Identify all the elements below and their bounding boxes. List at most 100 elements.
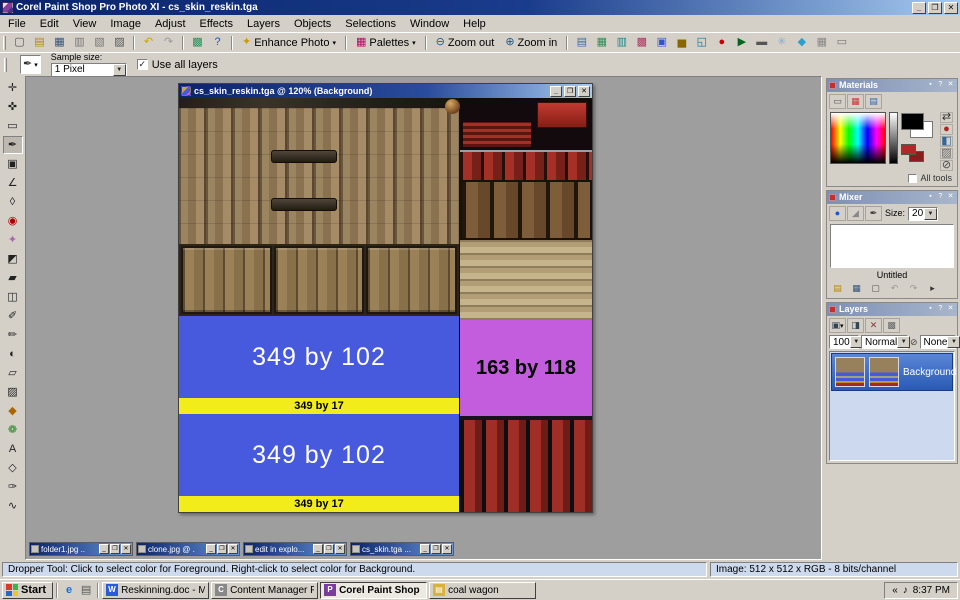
clone-tool[interactable]: ◩ (3, 250, 23, 268)
mixer-save-icon[interactable]: ▦ (848, 281, 865, 296)
color-picker[interactable] (830, 112, 886, 164)
menu-window[interactable]: Window (403, 16, 456, 32)
background-eraser-tool[interactable]: ▨ (3, 383, 23, 401)
task-coal-wagon[interactable]: ▤coal wagon (429, 582, 536, 599)
document-canvas[interactable]: 349 by 102 349 by 17 349 by 102 349 by 1… (179, 98, 592, 512)
layer-opacity-spinner[interactable]: 100 ▼ (829, 335, 859, 349)
help-icon[interactable]: ? (208, 34, 227, 51)
print-icon[interactable]: ▨ (110, 34, 129, 51)
rainbow-tab-icon[interactable]: ▦ (847, 94, 864, 109)
object-remover-tool[interactable]: ◫ (3, 288, 23, 306)
frame-tab-icon[interactable]: ▭ (829, 94, 846, 109)
menu-effects[interactable]: Effects (193, 16, 240, 32)
airbrush-tool[interactable]: ✏ (3, 326, 23, 344)
use-all-layers-checkbox[interactable]: ✓ Use all layers (137, 59, 218, 71)
presets-dropdown[interactable]: ✒ ▾ (20, 55, 41, 74)
crop-tool[interactable]: ▣ (3, 155, 23, 173)
picture-tube-tool[interactable]: ❁ (3, 421, 23, 439)
ruler-icon[interactable]: ◆ (792, 34, 811, 51)
enhance-photo-button[interactable]: ✦ Enhance Photo ▾ (237, 34, 341, 51)
internet-explorer-icon[interactable]: e (61, 582, 77, 598)
minimized-document[interactable]: folder1.jpg .._❐✕ (29, 542, 133, 556)
layers-toggle-icon[interactable]: ▣ (652, 34, 671, 51)
restore-button[interactable]: ❐ (928, 2, 942, 14)
warp-brush-tool[interactable]: ∿ (3, 497, 23, 515)
zoom-in-button[interactable]: ⊕ Zoom in (500, 34, 562, 51)
scratch-remover-tool[interactable]: ▰ (3, 269, 23, 287)
close-button[interactable]: ✕ (121, 544, 131, 554)
snap-to-guides-icon[interactable]: ✳ (772, 34, 791, 51)
palette-dock-icon[interactable]: ▪ (926, 81, 935, 90)
mixer-nav-icon[interactable]: ▸ (924, 281, 941, 296)
restore-button[interactable]: ❐ (324, 544, 334, 554)
open-file-icon[interactable]: ▤ (30, 34, 49, 51)
restore-button[interactable]: ❐ (110, 544, 120, 554)
makeover-tool[interactable]: ✦ (3, 231, 23, 249)
minimized-document[interactable]: cs_skin.tga ..._❐✕ (350, 542, 454, 556)
close-button[interactable]: ✕ (442, 544, 452, 554)
browse-icon[interactable]: ▥ (70, 34, 89, 51)
grid-icon[interactable]: ▦ (812, 34, 831, 51)
style-gradient-icon[interactable]: ◧ (940, 136, 953, 147)
minimized-document[interactable]: edit in explo..._❐✕ (243, 542, 347, 556)
style-color-icon[interactable]: ● (940, 124, 953, 135)
palette-help-icon[interactable]: ? (936, 305, 945, 314)
close-button[interactable]: ✕ (944, 2, 958, 14)
palette-help-icon[interactable]: ? (936, 81, 945, 90)
paint-brush-tool[interactable]: ✐ (3, 307, 23, 325)
toolbar-grip[interactable] (3, 36, 6, 50)
materials-toggle-icon[interactable]: ▩ (632, 34, 651, 51)
minimized-document[interactable]: clone.jpg @ ._❐✕ (136, 542, 240, 556)
palette-help-icon[interactable]: ? (936, 193, 945, 202)
foreground-material-swatch[interactable] (901, 144, 916, 155)
flood-fill-tool[interactable]: ◆ (3, 402, 23, 420)
menu-objects[interactable]: Objects (287, 16, 338, 32)
mixer-palette-titlebar[interactable]: Mixer ▪?✕ (827, 191, 957, 204)
palette-close-icon[interactable]: ✕ (946, 305, 955, 314)
histogram-toggle-icon[interactable]: ▅ (672, 34, 691, 51)
minimize-button[interactable]: _ (99, 544, 109, 554)
document-titlebar[interactable]: cs_skin_reskin.tga @ 120% (Background) _… (179, 84, 592, 98)
swatches-tab-icon[interactable]: ▤ (865, 94, 882, 109)
red-eye-tool[interactable]: ◉ (3, 212, 23, 230)
titlebar[interactable]: Corel Paint Shop Pro Photo XI - cs_skin_… (0, 0, 960, 15)
close-button[interactable]: ✕ (335, 544, 345, 554)
blend-mode-select[interactable]: Normal ▼ (861, 335, 908, 349)
close-button[interactable]: ✕ (228, 544, 238, 554)
perspective-tool[interactable]: ◊ (3, 193, 23, 211)
task-content-manager-plus[interactable]: CContent Manager Plus (211, 582, 318, 599)
palette-close-icon[interactable]: ✕ (946, 193, 955, 202)
organizer-icon[interactable]: ▦ (592, 34, 611, 51)
zoom-out-button[interactable]: ⊖ Zoom out (431, 34, 500, 51)
volume-icon[interactable]: ♪ (903, 585, 908, 596)
palette-dock-icon[interactable]: ▪ (926, 305, 935, 314)
scan-icon[interactable]: ▧ (90, 34, 109, 51)
script-play-icon[interactable]: ▶ (732, 34, 751, 51)
mixer-new-icon[interactable]: ▢ (867, 281, 884, 296)
menu-help[interactable]: Help (456, 16, 493, 32)
menu-edit[interactable]: Edit (33, 16, 66, 32)
text-tool[interactable]: A (3, 440, 23, 458)
move-tool[interactable]: ✜ (3, 98, 23, 116)
mixer-redo-icon[interactable]: ↷ (905, 281, 922, 296)
all-tools-checkbox[interactable] (908, 174, 917, 183)
mixer-knife-icon[interactable]: ◢ (847, 206, 864, 221)
new-file-icon[interactable]: ▢ (10, 34, 29, 51)
eraser-tool[interactable]: ▱ (3, 364, 23, 382)
options-grip[interactable] (4, 58, 7, 72)
layer-row-background[interactable]: Background (831, 353, 953, 391)
swap-colors-icon[interactable]: ⇄ (940, 112, 953, 123)
menu-image[interactable]: Image (103, 16, 148, 32)
edit-selection-icon[interactable]: ▩ (883, 318, 900, 333)
minimize-button[interactable]: _ (206, 544, 216, 554)
preset-shape-tool[interactable]: ◇ (3, 459, 23, 477)
mixer-open-icon[interactable]: ▤ (829, 281, 846, 296)
dropper-tool[interactable]: ✒ (3, 136, 23, 154)
layers-palette-titlebar[interactable]: Layers ▪?✕ (827, 303, 957, 316)
overview-toggle-icon[interactable]: ◱ (692, 34, 711, 51)
mixer-size-spinner[interactable]: 20 ▼ (908, 207, 938, 221)
mixer-canvas[interactable] (830, 224, 954, 268)
lighten-darken-tool[interactable]: ◐ (3, 345, 23, 363)
minimize-button[interactable]: _ (420, 544, 430, 554)
pan-tool[interactable]: ✛ (3, 79, 23, 97)
